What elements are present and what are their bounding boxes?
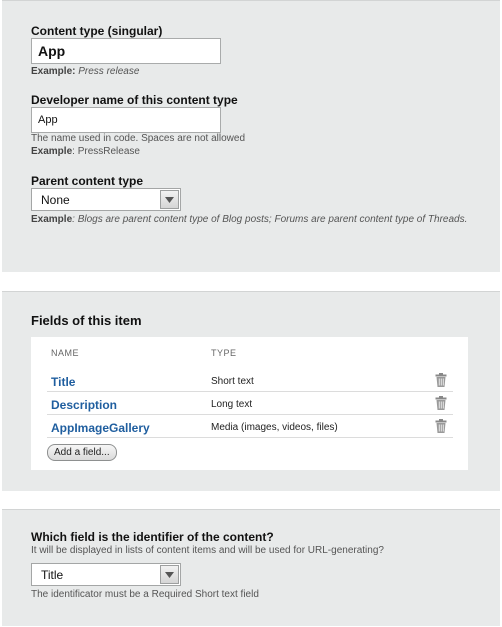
chevron-down-icon[interactable]	[160, 190, 179, 209]
field-name-link[interactable]: Title	[51, 375, 75, 389]
parent-example-value: : Blogs are parent content type of Blog …	[72, 214, 468, 225]
field-name-link[interactable]: Description	[51, 398, 117, 412]
devname-help: The name used in code. Spaces are not al…	[31, 133, 246, 144]
fields-title: Fields of this item	[31, 313, 142, 328]
table-row: Title Short text	[47, 369, 453, 392]
table-row: AppImageGallery Media (images, videos, f…	[47, 415, 453, 438]
field-name-link[interactable]: AppImageGallery	[51, 421, 150, 435]
devname-example: Example: PressRelease	[31, 145, 140, 158]
chevron-down-icon[interactable]	[160, 565, 179, 584]
singular-label: Content type (singular)	[31, 24, 163, 38]
singular-example-value: Press release	[78, 66, 140, 77]
devname-example-value: : PressRelease	[72, 146, 140, 157]
trash-icon[interactable]	[435, 419, 447, 433]
parent-select-value: None	[41, 192, 70, 207]
trash-icon[interactable]	[435, 373, 447, 387]
identifier-label: Which field is the identifier of the con…	[31, 530, 274, 544]
field-type: Media (images, videos, files)	[211, 422, 338, 433]
column-header-name: NAME	[51, 348, 80, 358]
developer-name-input[interactable]: App	[31, 107, 221, 133]
parent-example: Example: Blogs are parent content type o…	[31, 213, 471, 226]
field-type: Short text	[211, 376, 254, 387]
identifier-select-value: Title	[41, 567, 64, 582]
column-header-type: TYPE	[211, 348, 237, 358]
singular-example-label: Example:	[31, 66, 76, 77]
identifier-help: It will be displayed in lists of content…	[31, 545, 384, 556]
fields-table: NAME TYPE Title Short text Description L…	[31, 337, 468, 470]
parent-content-type-select[interactable]: None	[31, 188, 181, 211]
add-field-button[interactable]: Add a field...	[47, 444, 117, 461]
singular-example: Example: Press release	[31, 65, 139, 78]
identifier-field-select[interactable]: Title	[31, 563, 181, 586]
trash-icon[interactable]	[435, 396, 447, 410]
parent-example-label: Example	[31, 214, 73, 225]
singular-name-input[interactable]: App	[31, 38, 221, 64]
identifier-note: The identificator must be a Required Sho…	[31, 589, 259, 600]
devname-example-label: Example	[31, 146, 73, 157]
parent-label: Parent content type	[31, 174, 144, 188]
table-row: Description Long text	[47, 392, 453, 415]
devname-label: Developer name of this content type	[31, 93, 238, 107]
field-type: Long text	[211, 399, 253, 410]
